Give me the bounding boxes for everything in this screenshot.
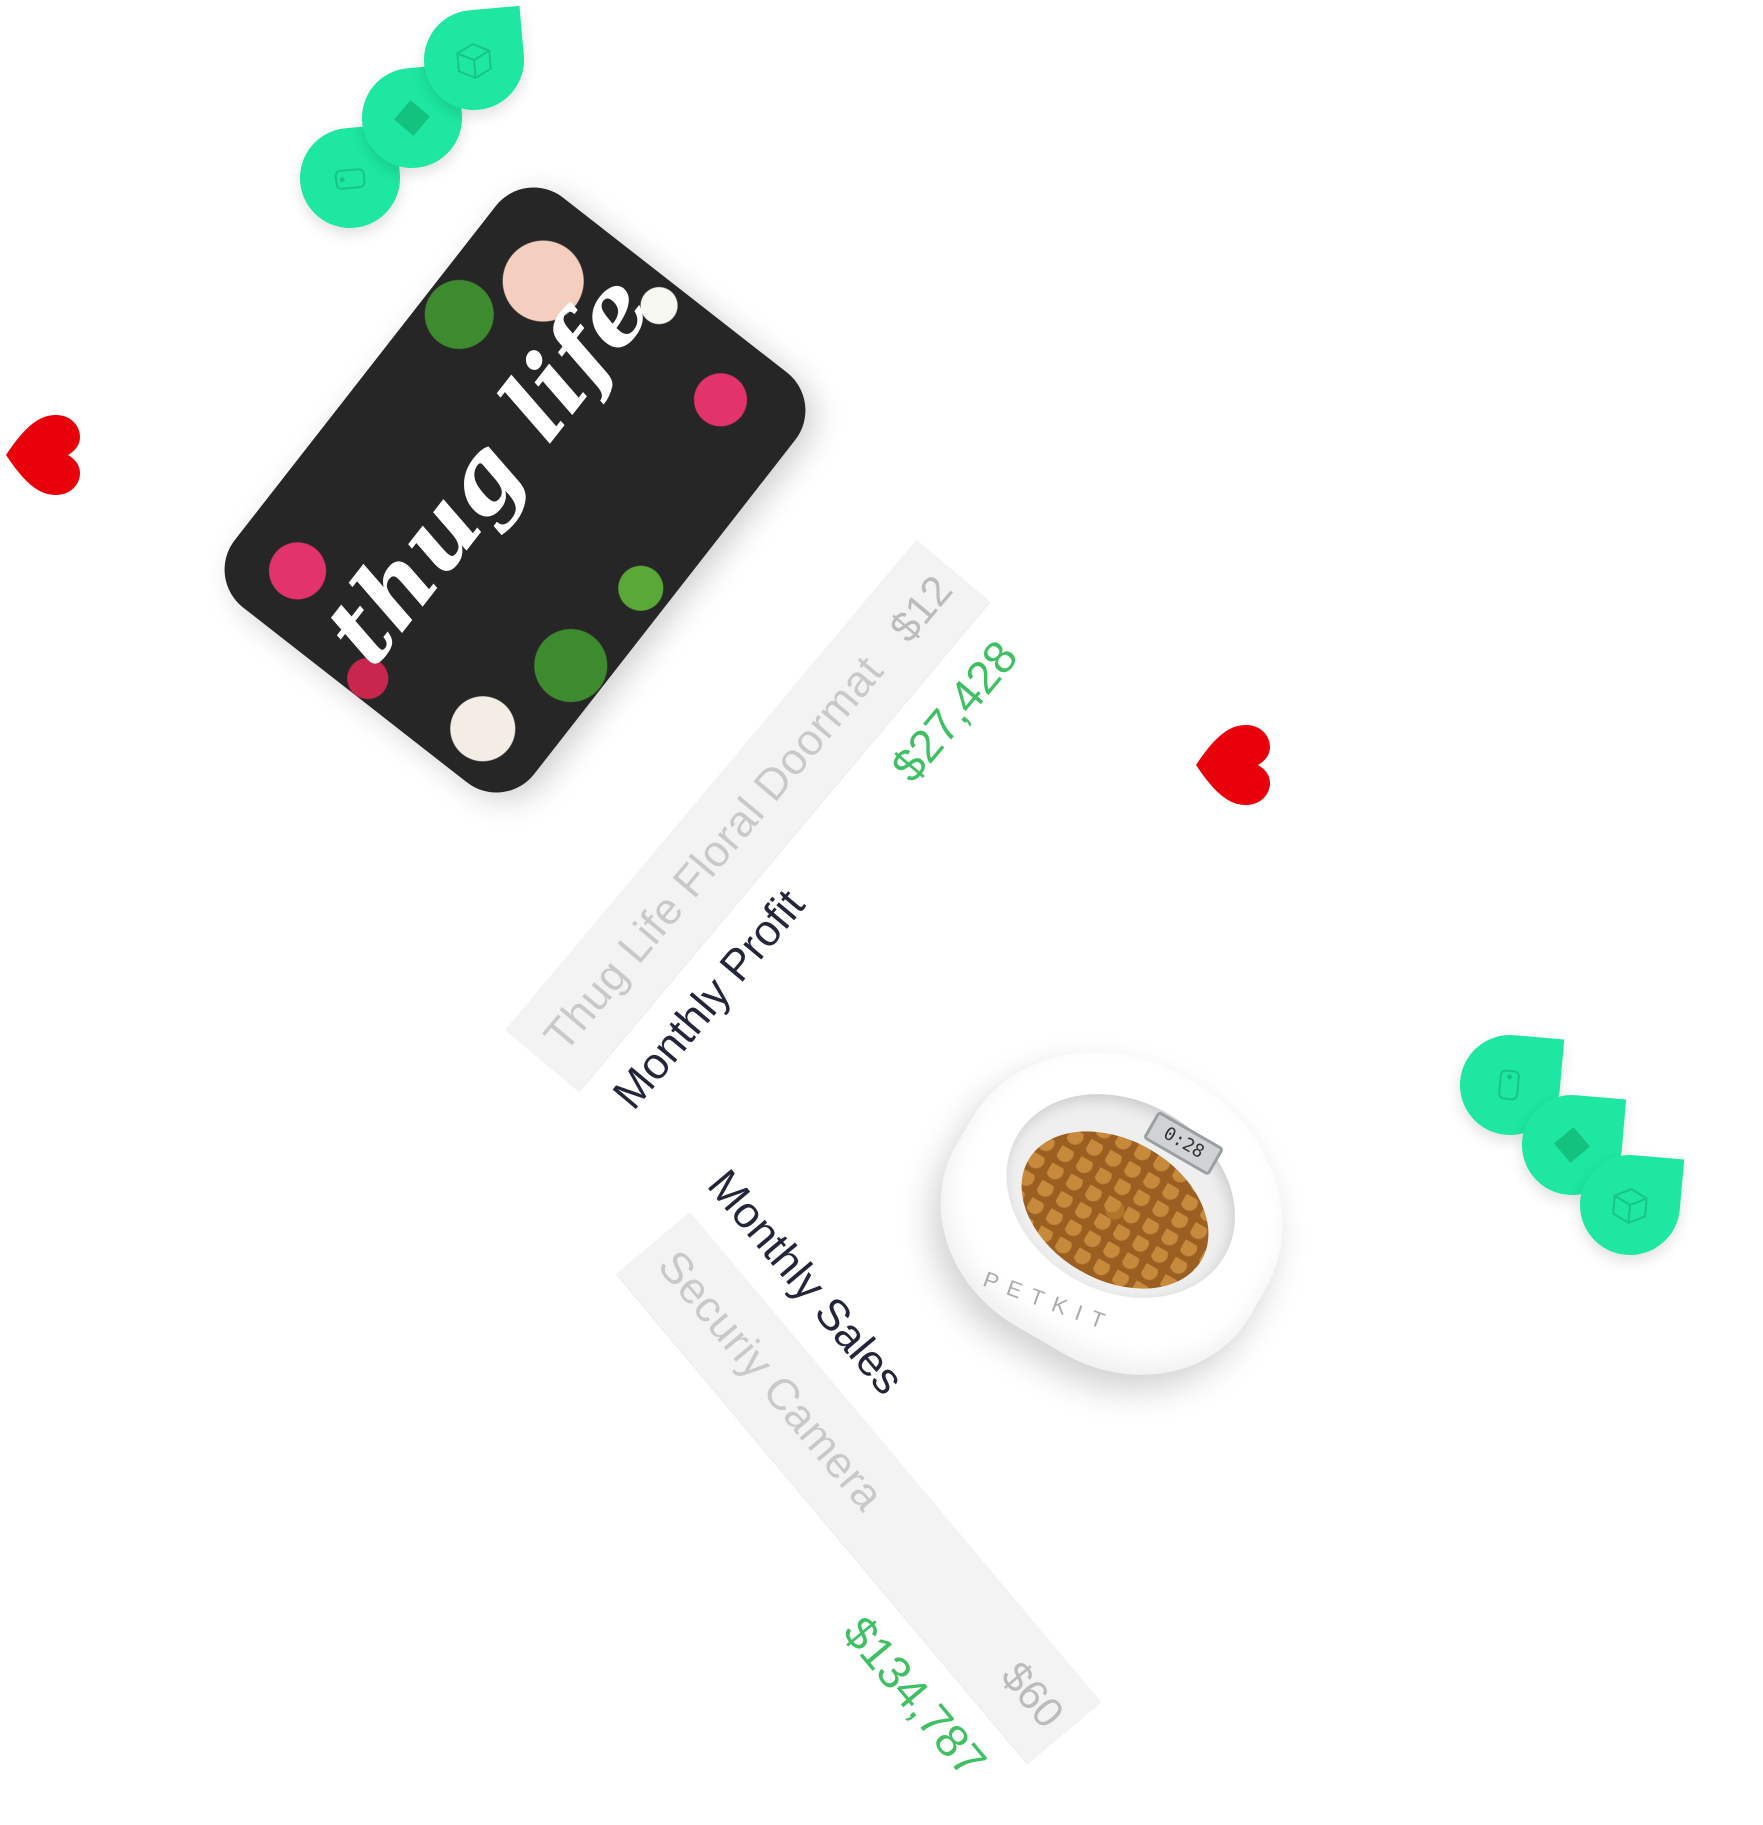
- tag-icon: [334, 168, 366, 190]
- heart-icon: [6, 415, 80, 495]
- box-icon: [456, 42, 492, 80]
- tag-icon: [1498, 1069, 1520, 1101]
- diamond-icon: [394, 100, 430, 136]
- diamond-icon: [1554, 1127, 1590, 1163]
- doormat-logo: thug life: [301, 252, 674, 685]
- heart-icon: [1196, 725, 1270, 805]
- box-icon: [1612, 1187, 1648, 1225]
- pet-bowl-product-image: 0:28 PETKIT: [892, 995, 1338, 1425]
- doormat-product-image: thug life: [205, 168, 825, 812]
